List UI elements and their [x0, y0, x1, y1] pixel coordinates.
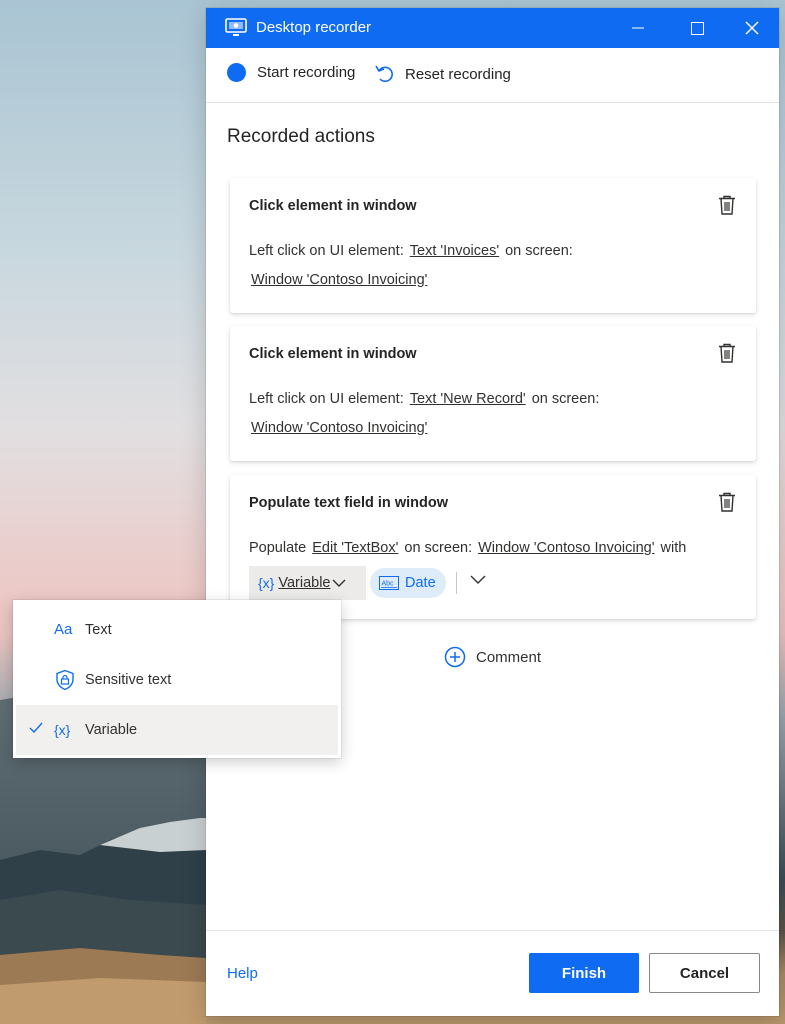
- action-prefix: Populate: [249, 540, 307, 556]
- reset-arrow-icon: [375, 65, 393, 83]
- menu-item-variable[interactable]: {x} Variable: [16, 705, 338, 755]
- action-description: Left click on UI element: Text 'New Recor…: [249, 391, 599, 407]
- action-title: Populate text field in window: [249, 495, 448, 511]
- window-title: Desktop recorder: [256, 19, 372, 36]
- action-title: Click element in window: [249, 346, 417, 362]
- action-card: Click element in window Left click on UI…: [230, 178, 756, 313]
- add-comment-button[interactable]: Comment: [444, 646, 541, 668]
- start-recording-button[interactable]: Start recording: [227, 63, 355, 82]
- title-bar: Desktop recorder: [206, 8, 779, 48]
- shield-lock-icon: [56, 669, 74, 691]
- record-dot-icon: [227, 63, 246, 82]
- ui-element-link[interactable]: Text 'Invoices': [410, 243, 499, 259]
- close-icon: [745, 21, 759, 35]
- variable-icon: {x}: [258, 575, 275, 591]
- text-aa-icon: Aa: [54, 621, 73, 638]
- maximize-button[interactable]: [674, 8, 720, 48]
- recorder-toolbar: Start recording Reset recording: [206, 48, 779, 103]
- action-description: Populate Edit 'TextBox' on screen: Window '…: [249, 540, 686, 556]
- trash-icon: [719, 492, 735, 512]
- menu-item-text[interactable]: Aa Text: [16, 605, 338, 655]
- delete-action-button[interactable]: [718, 195, 736, 215]
- more-options-chevron-icon[interactable]: [470, 575, 486, 585]
- action-prefix: Left click on UI element:: [249, 243, 404, 259]
- screen-window-link[interactable]: Window 'Contoso Invoicing': [251, 272, 427, 288]
- ui-element-link[interactable]: Edit 'TextBox': [312, 540, 398, 556]
- footer-divider: [206, 930, 779, 931]
- action-screen-line: Window 'Contoso Invoicing': [251, 420, 427, 436]
- desktop-recorder-app-icon: [225, 18, 247, 36]
- action-description: Left click on UI element: Text 'Invoices'…: [249, 243, 573, 259]
- reset-recording-label: Reset recording: [405, 65, 511, 83]
- action-card: Click element in window Left click on UI…: [230, 326, 756, 461]
- trash-icon: [719, 343, 735, 363]
- menu-item-label: Text: [85, 622, 112, 638]
- cancel-button[interactable]: Cancel: [649, 953, 760, 993]
- minimize-icon: [632, 27, 644, 29]
- screen-window-link[interactable]: Window 'Contoso Invoicing': [478, 540, 654, 556]
- action-card: Populate text field in window Populate Ed…: [230, 475, 756, 619]
- menu-item-label: Variable: [85, 722, 138, 738]
- close-window-button[interactable]: [729, 8, 775, 48]
- menu-item-label: Sensitive text: [85, 672, 172, 688]
- minimize-button[interactable]: [615, 8, 661, 48]
- delete-action-button[interactable]: [718, 343, 736, 363]
- maximize-icon: [690, 21, 704, 35]
- action-mid: on screen:: [531, 391, 600, 407]
- svg-text:Abc: Abc: [382, 581, 395, 588]
- action-suffix: with: [660, 540, 687, 556]
- chevron-down-icon: [332, 579, 346, 587]
- abc-textbox-icon: Abc: [379, 576, 399, 590]
- delete-action-button[interactable]: [718, 492, 736, 512]
- help-link[interactable]: Help: [227, 965, 258, 982]
- action-screen-line: Window 'Contoso Invoicing': [251, 272, 427, 288]
- desktop-recorder-window: Desktop recorder Start recording Reset r…: [206, 8, 779, 1016]
- trash-icon: [719, 195, 735, 215]
- divider: [456, 572, 457, 594]
- variable-label: Variable: [278, 575, 331, 591]
- add-circle-icon: [444, 646, 466, 668]
- action-prefix: Left click on UI element:: [249, 391, 404, 407]
- action-mid: on screen:: [404, 540, 473, 556]
- date-label: Date: [405, 575, 436, 591]
- reset-recording-button[interactable]: Reset recording: [374, 63, 511, 85]
- finish-button[interactable]: Finish: [529, 953, 639, 993]
- recorded-actions-heading: Recorded actions: [227, 126, 375, 147]
- date-value-chip[interactable]: Abc Date: [370, 568, 446, 598]
- variable-icon: {x}: [54, 722, 71, 738]
- menu-item-sensitive-text[interactable]: Sensitive text: [16, 655, 338, 705]
- comment-label: Comment: [476, 648, 542, 666]
- ui-element-link[interactable]: Text 'New Record': [410, 391, 526, 407]
- screen-window-link[interactable]: Window 'Contoso Invoicing': [251, 420, 427, 436]
- action-title: Click element in window: [249, 198, 417, 214]
- variable-type-dropdown[interactable]: {x} Variable: [249, 566, 366, 600]
- start-recording-label: Start recording: [257, 64, 356, 81]
- value-type-menu: Aa Text Sensitive text {x} Variable: [13, 600, 341, 758]
- action-mid: on screen:: [505, 243, 573, 259]
- checkmark-icon: [29, 722, 43, 734]
